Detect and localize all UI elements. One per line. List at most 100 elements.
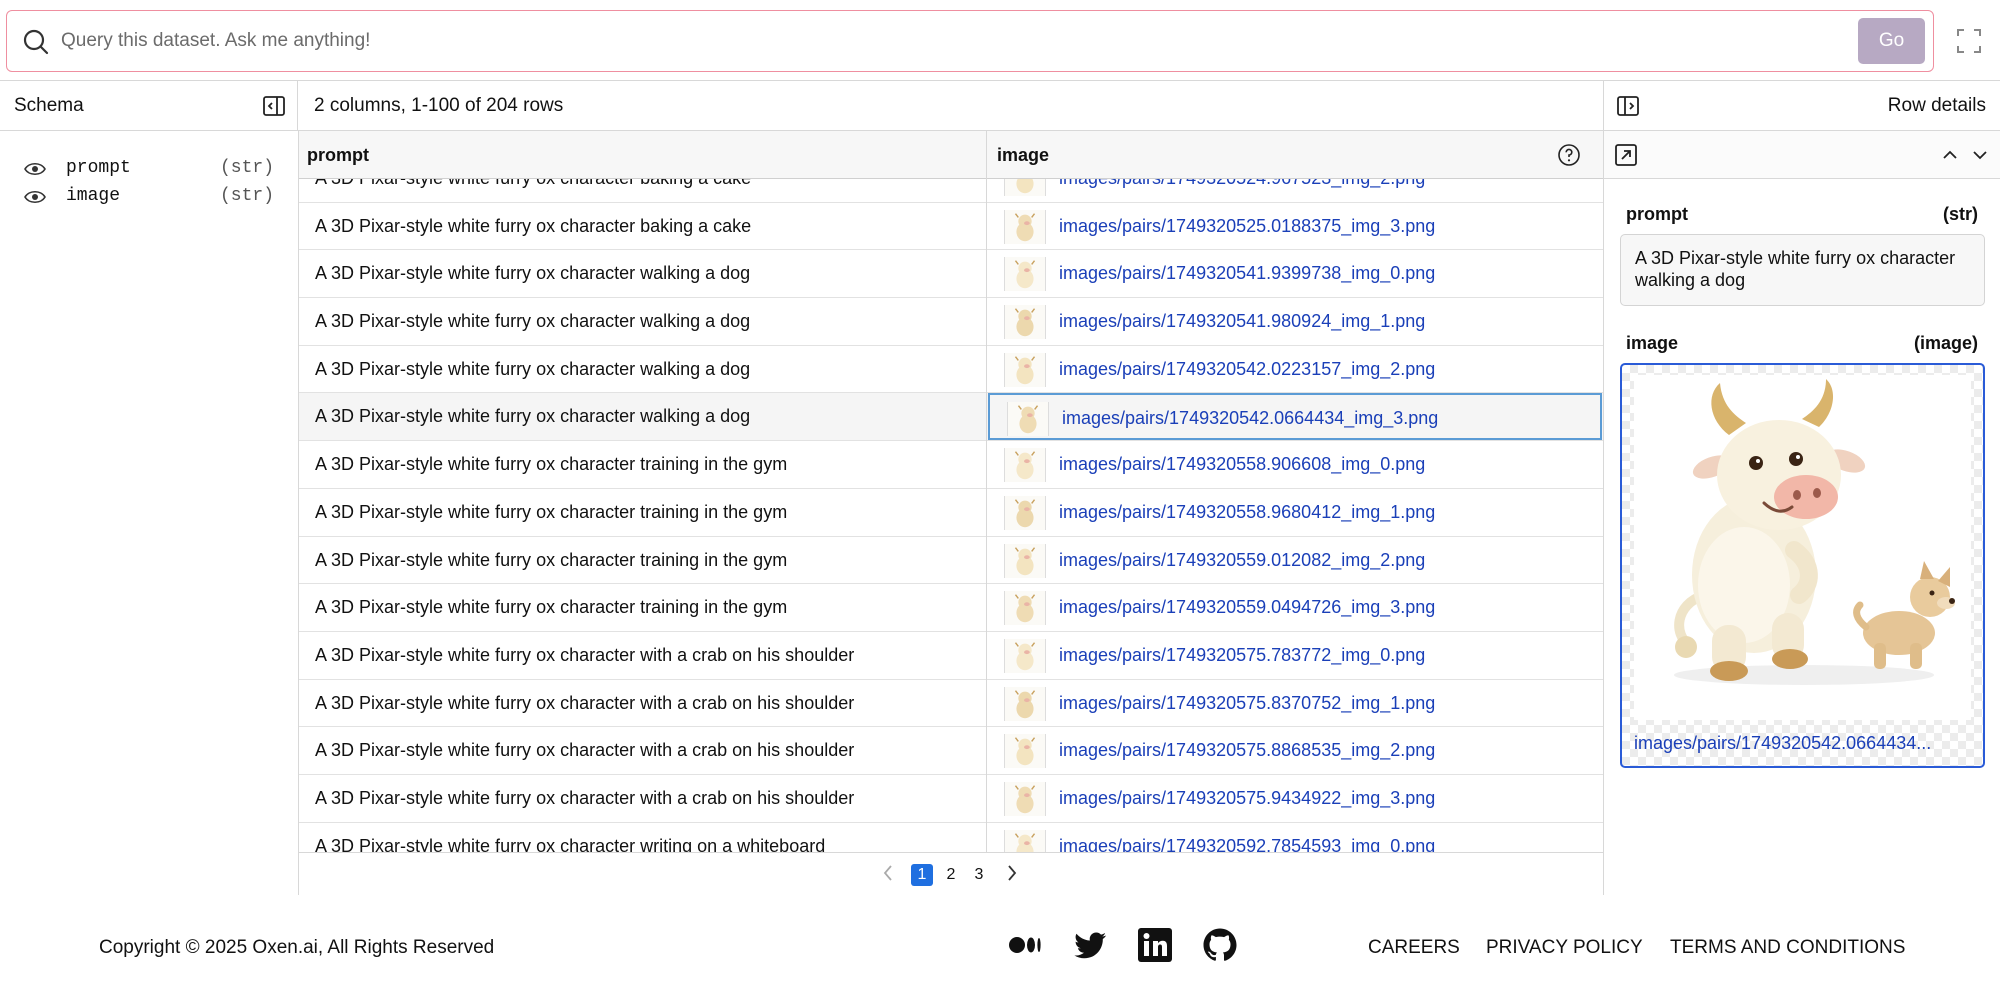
- field-name: image: [66, 186, 121, 206]
- eye-icon[interactable]: [24, 189, 46, 205]
- cell-image[interactable]: images/pairs/1749320541.9399738_img_0.pn…: [987, 250, 1603, 297]
- cell-image[interactable]: images/pairs/1749320592.7854593_img_0.pn…: [987, 823, 1603, 852]
- privacy-policy-link[interactable]: PRIVACY POLICY: [1486, 937, 1643, 959]
- detail-image-type: (image): [1913, 333, 1978, 353]
- cell-image[interactable]: images/pairs/1749320542.0223157_img_2.pn…: [987, 346, 1603, 393]
- image-thumbnail: [1004, 448, 1046, 483]
- table-row[interactable]: A 3D Pixar-style white furry ox characte…: [299, 822, 1603, 852]
- linkedin-icon[interactable]: [1137, 927, 1173, 963]
- cell-image[interactable]: images/pairs/1749320559.0494726_img_3.pn…: [987, 584, 1603, 631]
- cell-image[interactable]: images/pairs/1749320575.783772_img_0.png: [987, 632, 1603, 679]
- cell-prompt[interactable]: A 3D Pixar-style white furry ox characte…: [315, 680, 854, 727]
- image-path-link[interactable]: images/pairs/1749320541.980924_img_1.png: [1059, 298, 1425, 345]
- table-row[interactable]: A 3D Pixar-style white furry ox characte…: [299, 774, 1603, 823]
- field-type: (str): [219, 158, 274, 178]
- go-button[interactable]: Go: [1858, 18, 1925, 64]
- table-row[interactable]: A 3D Pixar-style white furry ox characte…: [299, 727, 1603, 775]
- query-input[interactable]: [61, 21, 1361, 61]
- detail-image-label: image: [1626, 333, 1679, 353]
- table-row[interactable]: A 3D Pixar-style white furry ox characte…: [299, 441, 1603, 489]
- image-path-link[interactable]: images/pairs/1749320558.906608_img_0.png: [1059, 441, 1425, 488]
- table-row[interactable]: A 3D Pixar-style white furry ox characte…: [299, 202, 1603, 251]
- chevron-down-icon[interactable]: [1970, 145, 1990, 165]
- image-path-link[interactable]: images/pairs/1749320592.7854593_img_0.pn…: [1059, 823, 1435, 852]
- image-thumbnail: [1004, 305, 1046, 340]
- image-path-link[interactable]: images/pairs/1749320558.9680412_img_1.pn…: [1059, 489, 1435, 536]
- image-path-link[interactable]: images/pairs/1749320542.0223157_img_2.pn…: [1059, 346, 1435, 393]
- open-in-new-icon[interactable]: [1614, 143, 1638, 167]
- table-row[interactable]: A 3D Pixar-style white furry ox characte…: [299, 488, 1603, 537]
- ox-walking-dog-image: [1634, 375, 1971, 720]
- table-row[interactable]: A 3D Pixar-style white furry ox characte…: [299, 345, 1603, 394]
- cell-image[interactable]: images/pairs/1749320542.0664434_img_3.pn…: [988, 393, 1602, 442]
- image-path-link[interactable]: images/pairs/1749320525.0188375_img_3.pn…: [1059, 203, 1435, 250]
- cell-prompt[interactable]: A 3D Pixar-style white furry ox characte…: [315, 441, 787, 488]
- table-row[interactable]: A 3D Pixar-style white furry ox characte…: [299, 393, 1603, 442]
- image-path-link[interactable]: images/pairs/1749320575.8370752_img_1.pn…: [1059, 680, 1435, 727]
- cell-image[interactable]: images/pairs/1749320575.8868535_img_2.pn…: [987, 727, 1603, 774]
- cell-prompt[interactable]: A 3D Pixar-style white furry ox characte…: [315, 727, 854, 774]
- table-row[interactable]: A 3D Pixar-style white furry ox characte…: [299, 584, 1603, 632]
- page-button-3[interactable]: 3: [968, 864, 990, 886]
- image-path-link[interactable]: images/pairs/1749320541.9399738_img_0.pn…: [1059, 250, 1435, 297]
- cell-image[interactable]: images/pairs/1749320525.0188375_img_3.pn…: [987, 203, 1603, 250]
- schema-field-image[interactable]: image (str): [24, 184, 274, 210]
- help-icon[interactable]: [1557, 143, 1581, 167]
- cell-image[interactable]: images/pairs/1749320559.012082_img_2.png: [987, 537, 1603, 584]
- cell-prompt[interactable]: A 3D Pixar-style white furry ox characte…: [315, 584, 787, 631]
- chevron-up-icon[interactable]: [1940, 145, 1960, 165]
- table-row[interactable]: A 3D Pixar-style white furry ox characte…: [299, 298, 1603, 346]
- image-path-link[interactable]: images/pairs/1749320575.783772_img_0.png: [1059, 632, 1425, 679]
- cell-prompt[interactable]: A 3D Pixar-style white furry ox characte…: [315, 346, 750, 393]
- cell-image[interactable]: images/pairs/1749320541.980924_img_1.png: [987, 298, 1603, 345]
- column-header-image[interactable]: image: [997, 131, 1049, 179]
- schema-field-prompt[interactable]: prompt (str): [24, 156, 274, 182]
- schema-title: Schema: [14, 95, 84, 116]
- cell-prompt[interactable]: A 3D Pixar-style white furry ox characte…: [315, 632, 854, 679]
- table-row[interactable]: A 3D Pixar-style white furry ox characte…: [299, 536, 1603, 585]
- detail-prompt-value[interactable]: A 3D Pixar-style white furry ox characte…: [1620, 234, 1985, 306]
- page-button-2[interactable]: 2: [940, 864, 962, 886]
- cell-prompt[interactable]: A 3D Pixar-style white furry ox characte…: [315, 250, 750, 297]
- cell-image[interactable]: images/pairs/1749320558.9680412_img_1.pn…: [987, 489, 1603, 536]
- medium-icon[interactable]: [1008, 927, 1044, 963]
- cell-prompt[interactable]: A 3D Pixar-style white furry ox characte…: [315, 298, 750, 345]
- table-row[interactable]: A 3D Pixar-style white furry ox characte…: [299, 631, 1603, 680]
- cell-image[interactable]: images/pairs/1749320558.906608_img_0.png: [987, 441, 1603, 488]
- collapse-sidebar-icon[interactable]: [262, 94, 286, 118]
- github-icon[interactable]: [1202, 927, 1238, 963]
- cell-prompt[interactable]: A 3D Pixar-style white furry ox characte…: [315, 823, 825, 852]
- image-path-link[interactable]: images/pairs/1749320559.0494726_img_3.pn…: [1059, 584, 1435, 631]
- image-path-link[interactable]: images/pairs/1749320542.0664434_img_3.pn…: [1062, 395, 1438, 442]
- cell-prompt[interactable]: A 3D Pixar-style white furry ox characte…: [315, 775, 854, 822]
- page-button-1[interactable]: 1: [911, 864, 933, 886]
- chevron-right-icon[interactable]: [1005, 863, 1019, 883]
- column-divider[interactable]: [986, 131, 987, 852]
- image-path-link[interactable]: images/pairs/1749320575.9434922_img_3.pn…: [1059, 775, 1435, 822]
- cell-prompt[interactable]: A 3D Pixar-style white furry ox characte…: [315, 489, 787, 536]
- image-thumbnail: [1004, 257, 1046, 292]
- collapse-details-icon[interactable]: [1616, 94, 1640, 118]
- twitter-icon[interactable]: [1072, 927, 1108, 963]
- image-path-link[interactable]: images/pairs/1749320575.8868535_img_2.pn…: [1059, 727, 1435, 774]
- chevron-left-icon[interactable]: [881, 863, 895, 883]
- schema-header: Schema: [0, 81, 298, 131]
- fullscreen-icon[interactable]: [1956, 28, 1982, 54]
- cell-prompt[interactable]: A 3D Pixar-style white furry ox characte…: [315, 393, 750, 440]
- cell-prompt[interactable]: A 3D Pixar-style white furry ox characte…: [315, 203, 751, 250]
- pagination: 1 2 3: [299, 852, 1603, 895]
- detail-image-link[interactable]: images/pairs/1749320542.0664434...: [1634, 733, 1974, 754]
- terms-link[interactable]: TERMS AND CONDITIONS: [1670, 937, 1905, 959]
- cell-prompt[interactable]: A 3D Pixar-style white furry ox characte…: [315, 537, 787, 584]
- eye-icon[interactable]: [24, 161, 46, 177]
- table-row[interactable]: A 3D Pixar-style white furry ox characte…: [299, 679, 1603, 728]
- cell-image[interactable]: images/pairs/1749320575.9434922_img_3.pn…: [987, 775, 1603, 822]
- cell-image[interactable]: images/pairs/1749320575.8370752_img_1.pn…: [987, 680, 1603, 727]
- image-path-link[interactable]: images/pairs/1749320559.012082_img_2.png: [1059, 537, 1425, 584]
- detail-image-card[interactable]: images/pairs/1749320542.0664434...: [1620, 363, 1985, 768]
- field-name: prompt: [66, 158, 131, 178]
- table-row[interactable]: A 3D Pixar-style white furry ox characte…: [299, 250, 1603, 299]
- careers-link[interactable]: CAREERS: [1368, 937, 1460, 959]
- column-header-prompt[interactable]: prompt: [307, 131, 369, 179]
- table-body: A 3D Pixar-style white furry ox characte…: [299, 155, 1603, 852]
